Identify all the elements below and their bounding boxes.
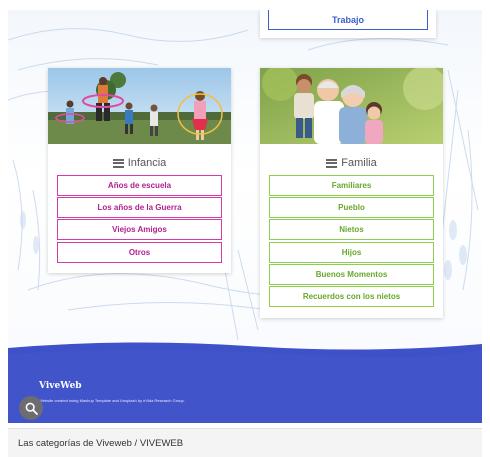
- category-button-viejos-amigos[interactable]: Viejos Amigos: [57, 219, 222, 241]
- infancia-photo: [48, 68, 231, 144]
- category-title-text: Infancia: [127, 157, 167, 169]
- category-button-pueblo[interactable]: Pueblo: [269, 197, 434, 219]
- menu-icon: [112, 158, 124, 168]
- trabajo-button[interactable]: Trabajo: [268, 10, 428, 30]
- category-button-nietos[interactable]: Nietos: [269, 219, 434, 241]
- page-title-bar: Las categorías de Viveweb / VIVEWEB: [8, 428, 482, 457]
- trabajo-card: Trabajo: [260, 10, 436, 38]
- familia-photo: [260, 68, 443, 144]
- category-title-text: Familia: [341, 157, 377, 169]
- category-title-infancia: Infancia: [48, 155, 231, 171]
- category-card-familia: Familia Familiares Pueblo Nietos Hijos B…: [260, 68, 443, 318]
- category-button-anos-de-escuela[interactable]: Años de escuela: [57, 175, 222, 196]
- page-content: Trabajo Infancia Años de escuela Los año…: [8, 10, 482, 423]
- category-button-los-anos-de-la-guerra[interactable]: Los años de la Guerra: [57, 197, 222, 219]
- familia-button-list: Familiares Pueblo Nietos Hijos Buenos Mo…: [269, 175, 434, 308]
- page-title-text: Las categorías de Viveweb / VIVEWEB: [18, 437, 184, 449]
- search-icon: [25, 402, 38, 415]
- menu-icon: [326, 158, 338, 168]
- category-button-otros[interactable]: Otros: [57, 241, 222, 263]
- category-title-familia: Familia: [260, 155, 443, 171]
- category-button-familiares[interactable]: Familiares: [269, 175, 434, 196]
- category-button-recuerdos-con-los-nietos[interactable]: Recuerdos con los nietos: [269, 285, 434, 307]
- category-card-infancia: Infancia Años de escuela Los años de la …: [48, 68, 231, 273]
- infancia-button-list: Años de escuela Los años de la Guerra Vi…: [57, 175, 222, 264]
- footer-site-title[interactable]: ViveWeb: [39, 381, 82, 391]
- category-button-hijos[interactable]: Hijos: [269, 241, 434, 263]
- category-button-buenos-momentos[interactable]: Buenos Momentos: [269, 263, 434, 285]
- site-footer: ViveWeb Website created using Mashup Tem…: [8, 340, 482, 423]
- search-button[interactable]: [19, 396, 43, 420]
- footer-credit: Website created using Mashup Template an…: [39, 398, 185, 403]
